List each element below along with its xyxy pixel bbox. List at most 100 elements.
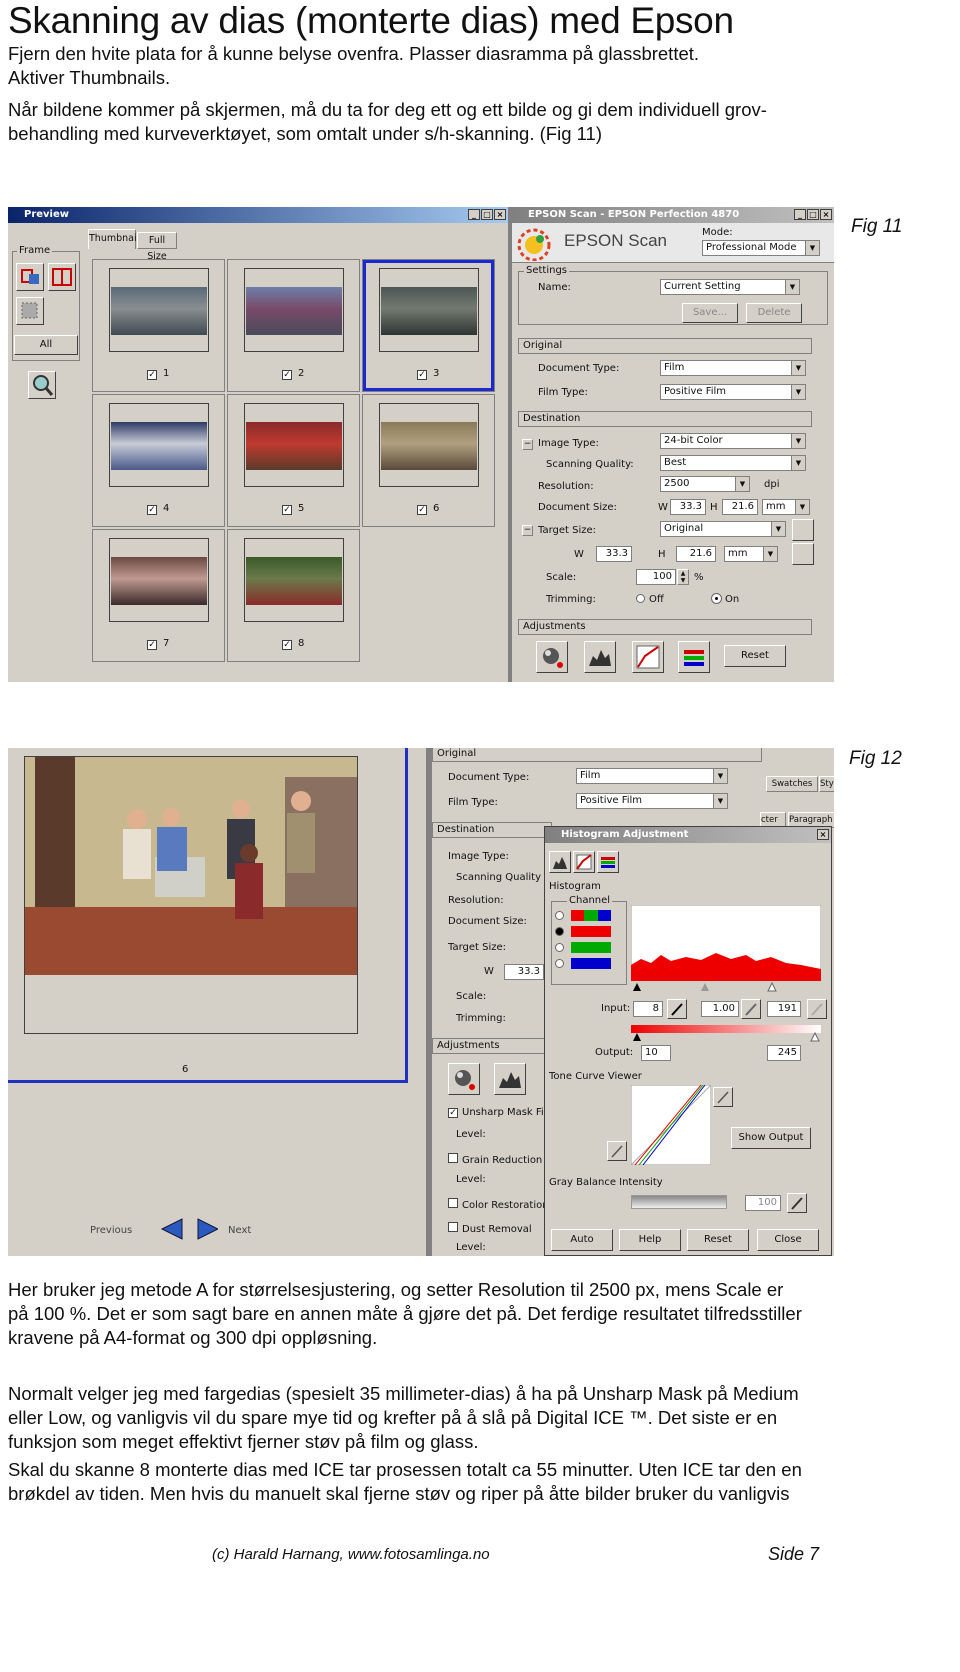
target-height-field[interactable]: 21.6 bbox=[676, 546, 716, 562]
thumbnail-checkbox[interactable]: ✓ 8 bbox=[282, 638, 304, 650]
color-restoration-checkbox[interactable]: Color Restoration bbox=[448, 1198, 549, 1211]
histogram-icon[interactable] bbox=[584, 641, 616, 673]
close-icon[interactable]: × bbox=[820, 209, 832, 220]
mode-select[interactable]: Professional Mode bbox=[702, 240, 820, 256]
tone-curve-icon[interactable] bbox=[573, 851, 595, 873]
doc-width-field[interactable]: 33.3 bbox=[670, 499, 706, 515]
film-type-select[interactable]: Positive Film bbox=[576, 793, 728, 809]
histogram-icon[interactable] bbox=[494, 1063, 526, 1095]
doc-unit-select[interactable]: mm bbox=[762, 499, 810, 515]
unsharp-mask-icon[interactable] bbox=[536, 641, 568, 673]
thumbnail-checkbox[interactable]: ✓ 2 bbox=[282, 368, 304, 380]
tab-thumbnail[interactable]: Thumbnail bbox=[88, 229, 139, 249]
adjustments-section[interactable]: Adjustments bbox=[518, 619, 812, 635]
thumbnail-cell[interactable]: ✓ 2 bbox=[227, 259, 360, 392]
checkbox-icon[interactable]: ✓ bbox=[147, 370, 157, 380]
adjustments-section[interactable]: Adjustments bbox=[432, 1038, 552, 1054]
checkbox-icon[interactable]: ✓ bbox=[417, 370, 427, 380]
save-button[interactable]: Save... bbox=[682, 303, 738, 323]
scanning-quality-select[interactable]: Best bbox=[660, 455, 806, 471]
tone-curve-icon[interactable] bbox=[632, 641, 664, 673]
auto-locate-icon[interactable] bbox=[16, 263, 44, 291]
color-palette-icon[interactable] bbox=[678, 641, 710, 673]
marquee-icon[interactable] bbox=[16, 297, 44, 325]
resolution-select[interactable]: 2500 bbox=[660, 476, 750, 492]
thumbnail-frames-icon[interactable] bbox=[48, 263, 76, 291]
target-unit-select[interactable]: mm bbox=[724, 546, 778, 562]
output-white-field[interactable]: 245 bbox=[767, 1045, 801, 1061]
checkbox-icon[interactable]: ✓ bbox=[147, 640, 157, 650]
target-size-select[interactable]: Original bbox=[660, 521, 786, 537]
thumbnail-image[interactable] bbox=[379, 268, 479, 352]
close-icon[interactable]: × bbox=[817, 829, 829, 840]
all-button[interactable]: All bbox=[14, 335, 78, 355]
input-sliders[interactable] bbox=[631, 981, 821, 995]
image-type-select[interactable]: 24-bit Color bbox=[660, 433, 806, 449]
curve-eyedropper-icon[interactable] bbox=[607, 1141, 627, 1161]
checkbox-icon[interactable]: ✓ bbox=[147, 505, 157, 515]
channel-option[interactable] bbox=[555, 941, 625, 955]
thumbnail-checkbox[interactable]: ✓ 6 bbox=[417, 503, 439, 515]
channel-option[interactable] bbox=[555, 925, 625, 939]
color-palette-icon[interactable] bbox=[597, 851, 619, 873]
width-field[interactable]: 33.3 bbox=[504, 964, 544, 980]
tab-swatches[interactable]: Swatches bbox=[766, 776, 818, 792]
gray-balance-eyedropper-icon[interactable] bbox=[787, 1193, 807, 1213]
collapse-icon[interactable]: − bbox=[522, 439, 533, 450]
output-sliders[interactable] bbox=[631, 1031, 821, 1043]
nav-arrows-icon[interactable] bbox=[158, 1216, 218, 1242]
target-width-field[interactable]: 33.3 bbox=[596, 546, 632, 562]
thumbnail-cell[interactable]: ✓ 5 bbox=[227, 394, 360, 527]
thumbnail-image[interactable] bbox=[109, 268, 209, 352]
dust-removal-checkbox[interactable]: Dust Removal bbox=[448, 1222, 532, 1235]
thumbnail-cell[interactable]: ✓ 7 bbox=[92, 529, 225, 662]
gray-eyedropper-icon[interactable] bbox=[741, 999, 761, 1019]
maximize-icon[interactable]: □ bbox=[807, 209, 819, 220]
input-white-field[interactable]: 191 bbox=[767, 1001, 801, 1017]
thumbnail-checkbox[interactable]: ✓ 7 bbox=[147, 638, 169, 650]
document-type-select[interactable]: Film bbox=[660, 360, 806, 376]
thumbnail-image[interactable] bbox=[109, 403, 209, 487]
collapse-icon[interactable]: − bbox=[522, 525, 533, 536]
trimming-off-radio[interactable]: Off bbox=[636, 594, 664, 605]
tab-full-size[interactable]: Full Size bbox=[137, 232, 177, 262]
auto-button[interactable]: Auto bbox=[551, 1229, 613, 1251]
channel-radio[interactable] bbox=[555, 959, 564, 968]
thumbnail-checkbox[interactable]: ✓ 3 bbox=[417, 368, 439, 380]
close-icon[interactable]: × bbox=[494, 209, 506, 220]
rotate-icon[interactable] bbox=[792, 543, 814, 565]
input-gamma-field[interactable]: 1.00 bbox=[701, 1001, 739, 1017]
histogram-icon[interactable] bbox=[549, 851, 571, 873]
checkbox-icon[interactable]: ✓ bbox=[282, 640, 292, 650]
previous-label[interactable]: Previous bbox=[90, 1225, 132, 1236]
document-type-select[interactable]: Film bbox=[576, 768, 728, 784]
unsharp-mask-checkbox[interactable]: ✓ Unsharp Mask Filte bbox=[448, 1107, 557, 1118]
gray-balance-slider[interactable] bbox=[631, 1195, 727, 1209]
minimize-icon[interactable]: _ bbox=[794, 209, 806, 220]
checkbox-icon[interactable]: ✓ bbox=[282, 505, 292, 515]
thumbnail-cell[interactable]: ✓ 8 bbox=[227, 529, 360, 662]
channel-radio[interactable] bbox=[555, 927, 564, 936]
thumbnail-image[interactable] bbox=[244, 538, 344, 622]
thumbnail-checkbox[interactable]: ✓ 1 bbox=[147, 368, 169, 380]
show-output-button[interactable]: Show Output bbox=[731, 1127, 811, 1149]
checkbox-icon[interactable]: ✓ bbox=[282, 370, 292, 380]
thumbnail-cell[interactable]: ✓ 4 bbox=[92, 394, 225, 527]
next-label[interactable]: Next bbox=[228, 1225, 251, 1236]
unsharp-mask-icon[interactable] bbox=[448, 1063, 480, 1095]
help-button[interactable]: Help bbox=[619, 1229, 681, 1251]
white-eyedropper-icon[interactable] bbox=[807, 999, 827, 1019]
destination-section[interactable]: Destination bbox=[518, 411, 812, 427]
thumbnail-checkbox[interactable]: ✓ 5 bbox=[282, 503, 304, 515]
original-section[interactable]: Original bbox=[432, 748, 762, 762]
delete-button[interactable]: Delete bbox=[746, 303, 802, 323]
minimize-icon[interactable]: _ bbox=[468, 209, 480, 220]
curve-eyedropper-icon[interactable] bbox=[713, 1087, 733, 1107]
destination-section[interactable]: Destination bbox=[432, 822, 552, 838]
channel-option[interactable] bbox=[555, 957, 625, 971]
channel-option[interactable] bbox=[555, 909, 625, 923]
scale-spinner[interactable]: ▲ ▼ bbox=[677, 569, 689, 585]
channel-radio[interactable] bbox=[555, 911, 564, 920]
thumbnail-cell[interactable]: ✓ 1 bbox=[92, 259, 225, 392]
scale-field[interactable]: 100 bbox=[636, 569, 676, 585]
